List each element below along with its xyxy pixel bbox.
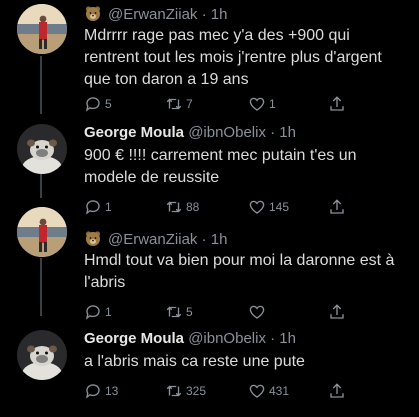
avatar[interactable] [17,124,67,174]
reply-button[interactable]: 1 [84,303,112,321]
tweet-text: a l'abris mais ca reste une pute [84,353,305,370]
tweet-text: Mdrrrr rage pas mec y'a des +900 qui ren… [84,27,382,88]
tweet-handle[interactable]: @ibnObelix [188,330,266,347]
avatar[interactable] [17,4,67,54]
reply-icon [85,97,100,112]
share-icon [330,304,344,319]
reply-count: 13 [105,384,119,398]
tweet-handle[interactable]: @ibnObelix [188,124,266,141]
tweet-handle[interactable]: @ErwanZiiak [108,231,197,248]
bear-emoji-icon [84,4,102,22]
tweet-author-name[interactable]: George Moula [84,330,184,347]
retweet-button[interactable]: 325 [165,382,206,400]
reply-icon [85,384,100,399]
tweet[interactable]: George Moula @ibnObelix · 1h a l'abris m… [0,330,419,417]
tweet-author-name[interactable]: George Moula [84,124,184,141]
like-button[interactable] [248,303,269,321]
reply-icon [85,305,100,320]
retweet-count: 325 [186,384,207,398]
tweet[interactable]: @ErwanZiiak · 1h Mdrrrr rage pas mec y'a… [0,4,419,116]
share-button[interactable] [328,382,346,400]
retweet-icon [166,98,182,110]
retweet-count: 7 [186,97,193,111]
avatar[interactable] [17,207,67,257]
tweet-timestamp[interactable]: 1h [279,124,296,141]
avatar[interactable] [17,330,67,380]
like-button[interactable]: 1 [248,95,276,113]
like-count: 1 [269,97,276,111]
tweet-header: George Moula @ibnObelix · 1h [84,124,296,141]
heart-icon [249,305,265,319]
reply-count: 1 [105,305,112,319]
reply-button[interactable]: 5 [84,95,112,113]
tweet-text: 900 € !!!! carrement mec putain t'es un … [84,147,357,186]
tweet-header: @ErwanZiiak · 1h [84,4,227,24]
share-button[interactable] [328,95,346,113]
bear-emoji-icon [84,229,102,247]
heart-icon [249,384,265,398]
like-button[interactable]: 431 [248,382,289,400]
retweet-icon [166,385,182,397]
tweet[interactable]: George Moula @ibnObelix · 1h 900 € !!!! … [0,124,419,216]
share-icon [330,96,344,111]
tweet-actions: 1 5 [84,303,384,321]
share-button[interactable] [328,303,346,321]
tweet-handle[interactable]: @ErwanZiiak [108,6,197,23]
heart-icon [249,97,265,111]
reply-count: 5 [105,97,112,111]
tweet-timestamp[interactable]: 1h [279,330,296,347]
share-icon [330,383,344,398]
tweet-actions: 5 7 1 [84,95,384,113]
tweet-timestamp[interactable]: 1h [211,6,228,23]
tweet-text: Hmdl tout va bien pour moi la daronne es… [84,252,395,291]
retweet-icon [166,306,182,318]
retweet-count: 5 [186,305,193,319]
tweet-header: George Moula @ibnObelix · 1h [84,330,296,347]
tweet[interactable]: @ErwanZiiak · 1h Hmdl tout va bien pour … [0,205,419,320]
retweet-button[interactable]: 5 [165,303,193,321]
reply-button[interactable]: 13 [84,382,118,400]
tweet-actions: 13 325 431 [84,382,384,400]
tweet-header: @ErwanZiiak · 1h [84,229,227,249]
retweet-button[interactable]: 7 [165,95,193,113]
like-count: 431 [269,384,290,398]
tweet-timestamp[interactable]: 1h [211,231,228,248]
